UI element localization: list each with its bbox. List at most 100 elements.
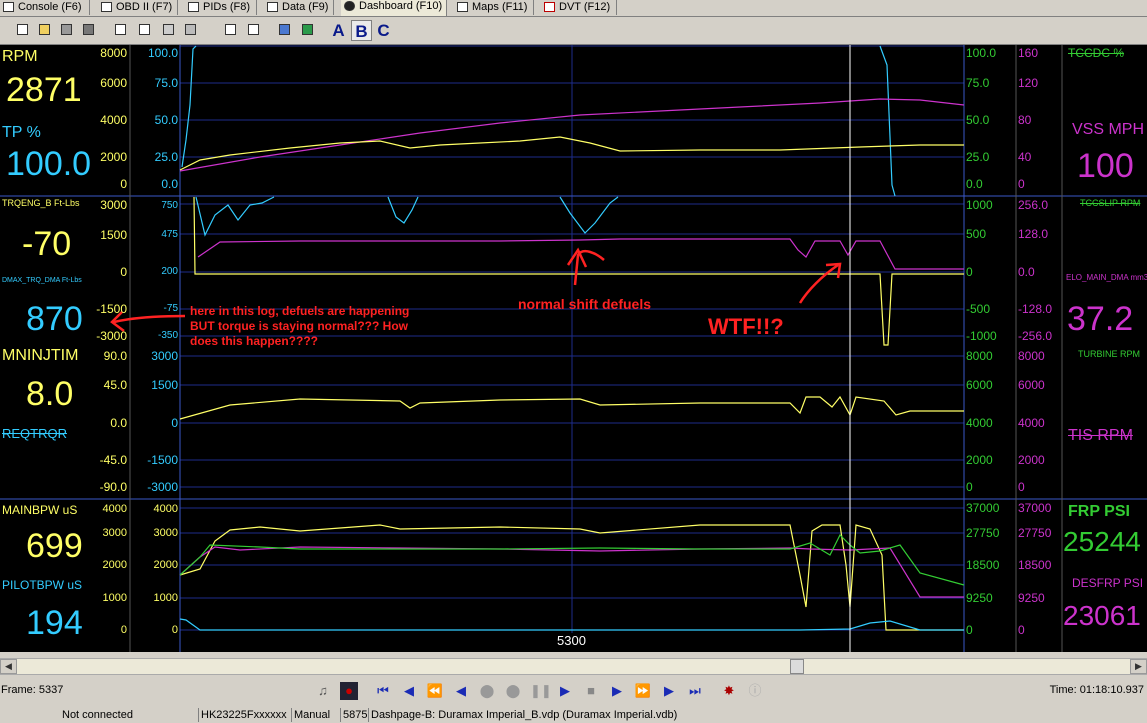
pause-button[interactable]: ❚❚ xyxy=(530,682,552,700)
settings-icon xyxy=(163,24,174,35)
info-icon: ⓘ xyxy=(748,683,762,698)
sound-button[interactable]: ♫ xyxy=(314,682,332,700)
tab-console[interactable]: Console (F6) xyxy=(0,0,90,15)
page-c-button[interactable]: C xyxy=(373,20,394,41)
tab-pids[interactable]: PIDs (F8) xyxy=(185,0,257,15)
next-marker-button[interactable]: ▶ xyxy=(660,682,678,700)
axis-tick: 9250 xyxy=(1018,591,1045,605)
new-file-button[interactable] xyxy=(14,21,31,38)
playback-bar: Frame: 5337 ♫ ● ⏮ ◀ ⏪ ◀ ⬤ ⬤ ❚❚ ▶ ■ ▶ ⏩ ▶… xyxy=(0,676,1147,706)
number-status: 5875 xyxy=(340,708,367,722)
timeline-scrollbar[interactable]: ◀ ▶ xyxy=(0,658,1147,675)
status-bar: Not connected HK23225Fxxxxxx Manual 5875… xyxy=(0,707,1147,722)
axis-tick: 45.0 xyxy=(103,378,127,392)
axis-tick: 90.0 xyxy=(103,349,127,363)
tp-label: TP % xyxy=(2,124,41,141)
save-as-button[interactable] xyxy=(80,21,97,38)
record-button[interactable]: ● xyxy=(340,682,358,700)
save-button[interactable] xyxy=(58,21,75,38)
axis-tick: 37000 xyxy=(966,501,1000,515)
tab-obd2[interactable]: OBD II (F7) xyxy=(98,0,178,15)
axis-tick: -1000 xyxy=(966,329,997,343)
prev-frame-button[interactable]: ◀ xyxy=(452,682,470,700)
rewind-button[interactable]: ⏪ xyxy=(426,682,444,700)
axis-tick: 2000 xyxy=(153,559,178,571)
page-a-button[interactable]: A xyxy=(328,20,349,41)
mainbpw-label: MAINBPW uS xyxy=(2,503,78,517)
axis-tick: 8000 xyxy=(1018,349,1045,363)
axis-tick: 100.0 xyxy=(147,46,178,60)
axis-tick: 8000 xyxy=(966,349,993,363)
axis-tick: 200 xyxy=(161,266,178,277)
play-button[interactable]: ▶ xyxy=(556,682,574,700)
loop-button[interactable]: ⬤ xyxy=(478,682,496,700)
tab-dvt[interactable]: DVT (F12) xyxy=(541,0,617,15)
axis-tick: 0 xyxy=(171,624,178,636)
next-frame-button[interactable]: ▶ xyxy=(608,682,626,700)
rpm-label: RPM xyxy=(2,48,38,65)
last-frame-button[interactable]: ⏭ xyxy=(686,682,704,700)
layout-button[interactable] xyxy=(222,21,239,38)
axis-tick: 0.0 xyxy=(1018,265,1035,279)
chart-color-button[interactable] xyxy=(299,21,316,38)
copy-icon xyxy=(115,24,126,35)
record-icon: ● xyxy=(345,683,353,698)
pilotbpw-value: 194 xyxy=(26,604,83,642)
grid-lines-button[interactable] xyxy=(276,21,293,38)
scroll-right-button[interactable]: ▶ xyxy=(1130,659,1147,674)
speaker-icon: ♫ xyxy=(318,683,328,698)
vss-value: 100 xyxy=(1077,147,1134,185)
trqeng-value: -70 xyxy=(22,225,72,263)
tab-maps[interactable]: Maps (F11) xyxy=(454,0,534,15)
page-b-button[interactable]: B xyxy=(351,20,372,41)
new-file-icon xyxy=(17,24,28,35)
axis-tick: 2000 xyxy=(100,150,127,164)
prev-marker-button[interactable]: ◀ xyxy=(400,682,418,700)
data-grid-icon xyxy=(267,2,278,12)
axis-tick: -45.0 xyxy=(99,453,127,467)
bookmark-button[interactable]: ⬤ xyxy=(504,682,522,700)
elo-value: 37.2 xyxy=(1067,300,1134,338)
axis-tick: 25.0 xyxy=(154,150,178,164)
copy-button[interactable] xyxy=(112,21,129,38)
axis-tick: 0.0 xyxy=(110,416,127,430)
open-file-button[interactable] xyxy=(36,21,53,38)
axis-tick: 0 xyxy=(120,177,127,191)
info-button[interactable]: ⓘ xyxy=(746,682,764,700)
stop-icon: ■ xyxy=(587,683,595,698)
grid-lines-icon xyxy=(279,24,290,35)
scroll-thumb[interactable] xyxy=(790,659,804,674)
step-forward-icon: ▶ xyxy=(664,683,674,698)
axis-tick: -350 xyxy=(157,330,178,341)
axis-tick: 6000 xyxy=(966,378,993,392)
tab-dashboard[interactable]: Dashboard (F10) xyxy=(341,0,447,16)
copy-all-button[interactable] xyxy=(136,21,153,38)
page-button[interactable] xyxy=(245,21,262,38)
record-settings-button[interactable]: ✸ xyxy=(720,682,738,700)
axis-tick: 0.0 xyxy=(966,177,983,191)
properties-button[interactable] xyxy=(182,21,199,38)
tccdc-label: TCCDC % xyxy=(1068,46,1124,60)
axis-tick: 160 xyxy=(1018,46,1039,60)
axis-tick: 120 xyxy=(1018,76,1039,90)
stop-button[interactable]: ■ xyxy=(582,682,600,700)
axis-tick: 0 xyxy=(966,480,973,494)
fast-forward-button[interactable]: ⏩ xyxy=(634,682,652,700)
save-disk-icon xyxy=(61,24,72,35)
axis-tick: 256.0 xyxy=(1018,198,1049,212)
obd-icon xyxy=(101,2,112,12)
axis-tick: 27750 xyxy=(1018,526,1052,540)
axis-tick: 128.0 xyxy=(1018,227,1049,241)
axis-tick: 3000 xyxy=(153,527,178,539)
annotation-note-line: here in this log, defuels are happening xyxy=(190,304,410,318)
axis-tick: 2000 xyxy=(1018,453,1045,467)
axis-tick: -500 xyxy=(966,302,991,316)
first-frame-button[interactable]: ⏮ xyxy=(374,682,392,700)
tab-data[interactable]: Data (F9) xyxy=(264,0,334,15)
desfrp-label: DESFRP PSI xyxy=(1072,576,1144,590)
settings-button[interactable] xyxy=(160,21,177,38)
scroll-left-button[interactable]: ◀ xyxy=(0,659,17,674)
reqtrqr-label: REQTRQR xyxy=(2,426,67,441)
dashboard-gauge-icon xyxy=(344,1,355,11)
axis-tick: 4000 xyxy=(153,503,178,515)
